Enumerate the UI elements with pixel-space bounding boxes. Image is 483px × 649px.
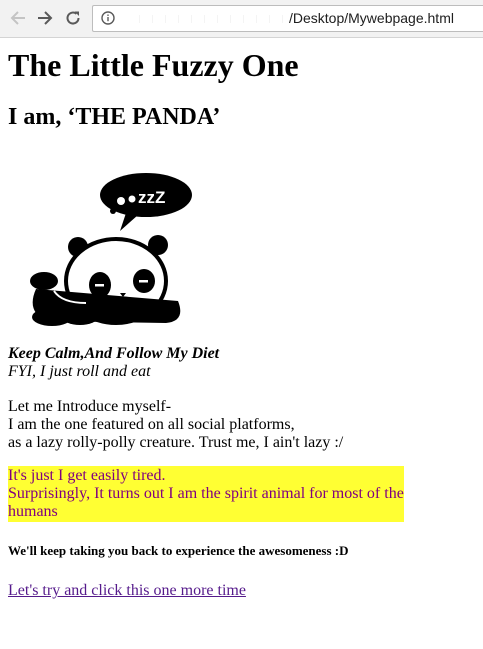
reload-button[interactable]	[62, 7, 84, 29]
intro-paragraph: Let me Introduce myself- I am the one fe…	[8, 398, 343, 452]
small-note-heading: We'll keep taking you back to experience…	[8, 543, 349, 558]
motto-bold-line: Keep Calm,And Follow My Diet	[8, 345, 220, 362]
reload-icon	[66, 11, 80, 25]
url-text[interactable]: /Desktop/Mywebpage.html	[289, 10, 454, 26]
highlight-line: It's just I get easily tired.	[8, 467, 166, 484]
arrow-left-icon	[10, 11, 25, 25]
arrow-right-icon	[38, 11, 53, 25]
page-title: The Little Fuzzy One	[8, 47, 299, 83]
browser-toolbar: /Desktop/Mywebpage.html	[0, 0, 483, 38]
motto-block: Keep Calm,And Follow My Diet FYI, I just…	[8, 345, 219, 381]
intro-line: as a lazy rolly-polly creature. Trust me…	[8, 434, 344, 451]
svg-text:zzZ: zzZ	[138, 188, 165, 207]
page-subtitle: I am, ‘THE PANDA’	[8, 104, 221, 130]
sleeping-panda-image: zzZ	[30, 173, 192, 326]
back-button[interactable]	[7, 7, 29, 29]
intro-line: Let me Introduce myself-	[8, 398, 172, 415]
highlighted-paragraph: It's just I get easily tired. Surprising…	[8, 466, 404, 522]
motto-italic-line: FYI, I just roll and eat	[8, 363, 151, 380]
info-circle-icon[interactable]	[101, 11, 115, 25]
highlight-line: Surprisingly, It turns out I am the spir…	[8, 485, 404, 520]
intro-line: I am the one featured on all social plat…	[8, 416, 295, 433]
try-again-link[interactable]: Let's try and click this one more time	[8, 582, 246, 600]
forward-button[interactable]	[34, 7, 56, 29]
address-bar[interactable]: /Desktop/Mywebpage.html	[92, 5, 483, 32]
